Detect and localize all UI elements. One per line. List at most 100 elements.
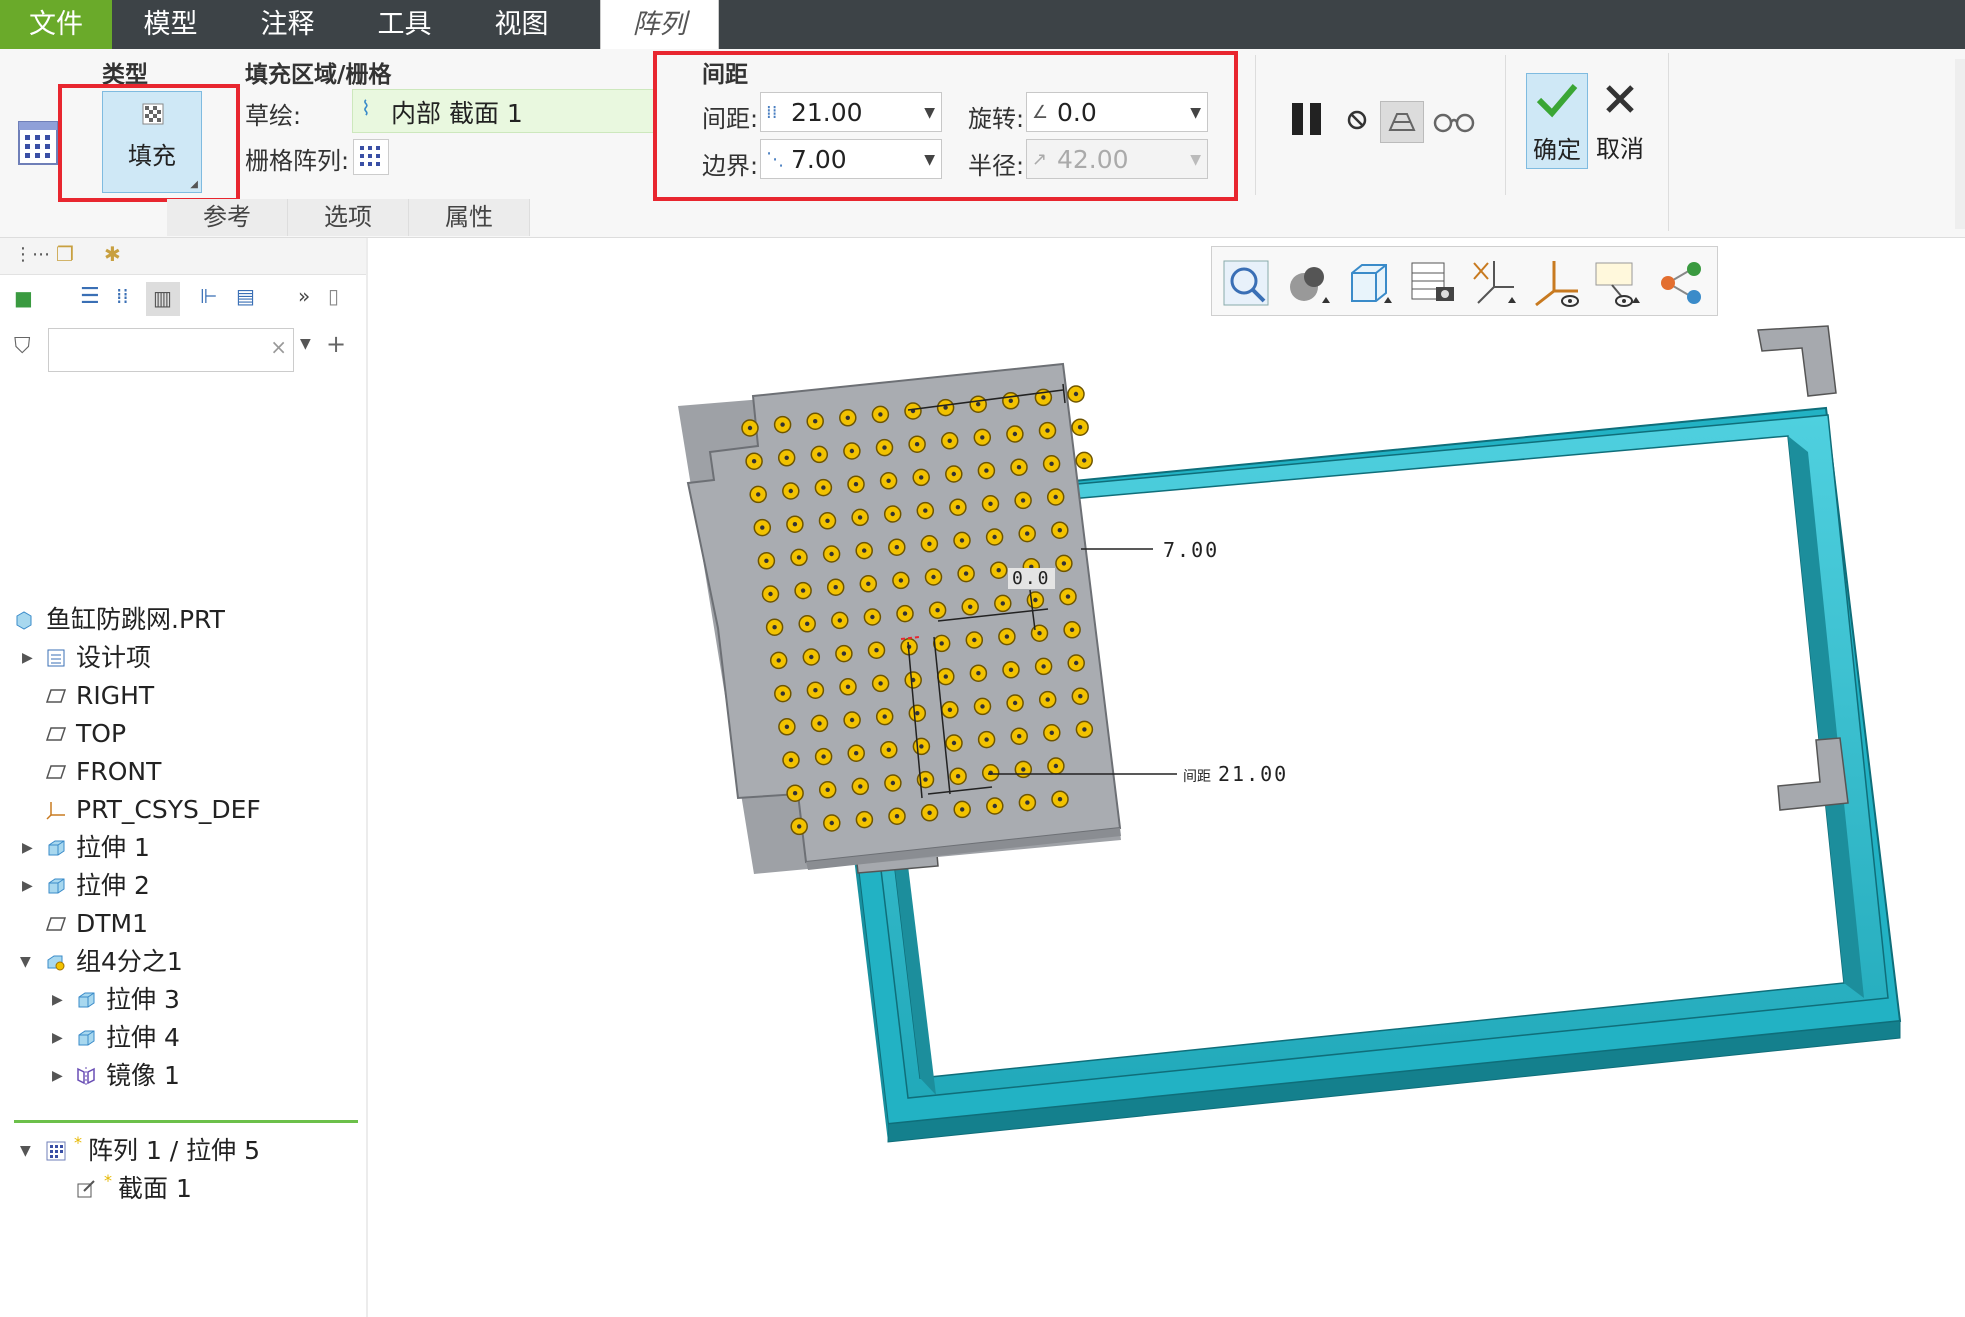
model-geometry[interactable] [368,238,1965,1317]
hole-center [813,419,818,424]
menu-pattern[interactable]: 阵列 [600,0,719,49]
ok-button[interactable]: 确定 [1526,73,1588,169]
hole-center [1078,694,1083,699]
ribbon-edge [1955,59,1965,229]
model-icon[interactable]: ■ [14,286,33,310]
tree-settings-icon[interactable]: ⊩ [200,284,217,308]
rotation-dimension-label[interactable]: 0.0 [1008,568,1055,589]
hole-center [862,817,867,822]
hole-center [862,548,867,553]
hole-center [902,611,908,616]
layers-tab-icon[interactable]: ❐ [56,242,74,266]
tab-properties[interactable]: 属性 [409,199,530,236]
hole-center [792,791,798,796]
spacing-dimension-label[interactable]: 21.00 [1218,762,1288,786]
csys-icon [46,802,65,820]
hole-center [919,475,924,480]
cancel-button[interactable]: 取消 [1590,73,1650,167]
menu-file[interactable]: 文件 [0,0,112,49]
menu-model[interactable]: 模型 [112,0,229,49]
tree-item-label: 组4分之1 [76,947,183,976]
grid-label: 栅格阵列: [245,147,350,175]
hole-center [984,468,989,473]
notes-icon[interactable]: ▯ [328,284,339,308]
hole-center [764,558,769,563]
clear-icon[interactable]: × [270,335,287,359]
hole-center [886,747,891,752]
tab-references[interactable]: 参考 [167,199,288,236]
menu-tools[interactable]: 工具 [346,0,463,49]
insert-indicator[interactable] [14,1120,358,1123]
hole-center [980,435,985,440]
feature-preview-button[interactable] [1380,101,1424,143]
ok-label: 确定 [1533,136,1581,164]
hole-center [784,455,789,460]
hole-center [866,581,871,586]
design-items-icon [47,649,65,667]
tree-item-label: FRONT [76,757,162,786]
expand-icon[interactable]: ▶ [52,982,63,1018]
tree-list-icon[interactable]: ☰ [80,284,100,309]
tree-columns-button[interactable]: ▥ [146,282,180,316]
hole-center [914,442,920,447]
expand-icon[interactable]: ▶ [22,868,33,904]
datum-plane-icon [46,765,66,779]
more-icon[interactable]: » [298,284,310,308]
tree-item-label: 拉伸 3 [106,985,180,1014]
hole-center [894,814,900,819]
tree-search-input[interactable]: × [48,328,294,372]
hole-center [935,608,940,613]
model-tree-panel: ⋮⋯ ❐ ✱ ■ ☰ ⁞⁞ ▥ ⊩ ▤ » ▯ ⛉ × ▼ + 鱼缸防跳网.PR… [0,238,368,1317]
hole-center [809,654,814,660]
hole-center [882,445,887,450]
expand-icon[interactable]: ▶ [22,830,33,866]
datum-plane-icon [46,917,66,931]
hole-center [996,568,1001,573]
show-icon[interactable]: ▤ [236,284,255,308]
hole-center [886,478,891,483]
no-preview-icon[interactable] [1346,109,1368,131]
hole-center [829,551,834,557]
hole-center [817,721,822,726]
hole-center [784,724,790,729]
hole-center [1016,465,1022,470]
spacing-dimension-prefix: 间距 [1183,769,1211,785]
hole-center [792,522,798,527]
expand-icon[interactable]: ▶ [52,1020,63,1056]
sketch-collector[interactable]: ⌇ 内部 截面 1 [352,89,654,133]
collapse-icon[interactable]: ▼ [20,1133,31,1169]
pattern-type-icon[interactable] [18,121,58,165]
hole-center [1008,398,1013,403]
tab-options[interactable]: 选项 [288,199,409,236]
hole-center [988,501,993,506]
grid-pattern-selector[interactable] [353,139,389,175]
hole-center [1008,667,1014,672]
pause-icon[interactable] [1288,101,1328,137]
expand-icon[interactable]: ▶ [22,640,33,676]
extrude-icon [48,840,65,856]
hole-center [756,492,761,497]
columns-icon: ▥ [153,286,172,310]
tree-item-label: 截面 1 [118,1174,192,1203]
hole-center [943,674,948,679]
model-tree-tab-icon[interactable]: ⋮⋯ [14,244,50,265]
tree-item-label: 镜像 1 [106,1061,180,1090]
add-icon[interactable]: + [326,330,346,358]
collapse-icon[interactable]: ▼ [20,944,31,980]
tree-filter-icon[interactable]: ⁞⁞ [116,284,129,308]
menu-view[interactable]: 视图 [463,0,580,49]
panel-tabs: ⋮⋯ ❐ ✱ [0,238,366,275]
hole-center [919,744,924,749]
preview-geometry-icon [1388,113,1416,131]
part-icon [16,611,32,630]
expand-icon[interactable]: ▶ [52,1058,63,1094]
glasses-icon[interactable] [1433,109,1475,135]
graphics-window[interactable]: 7.00 间距 21.00 0.0 [368,238,1965,1317]
menu-annotate[interactable]: 注释 [229,0,346,49]
chevron-down-icon[interactable]: ▼ [300,336,311,352]
tree-item-label: 拉伸 2 [76,871,150,900]
favorites-tab-icon[interactable]: ✱ [104,242,121,266]
hole-center [1082,727,1087,732]
border-dimension-label[interactable]: 7.00 [1163,538,1219,562]
separator [1255,55,1256,195]
